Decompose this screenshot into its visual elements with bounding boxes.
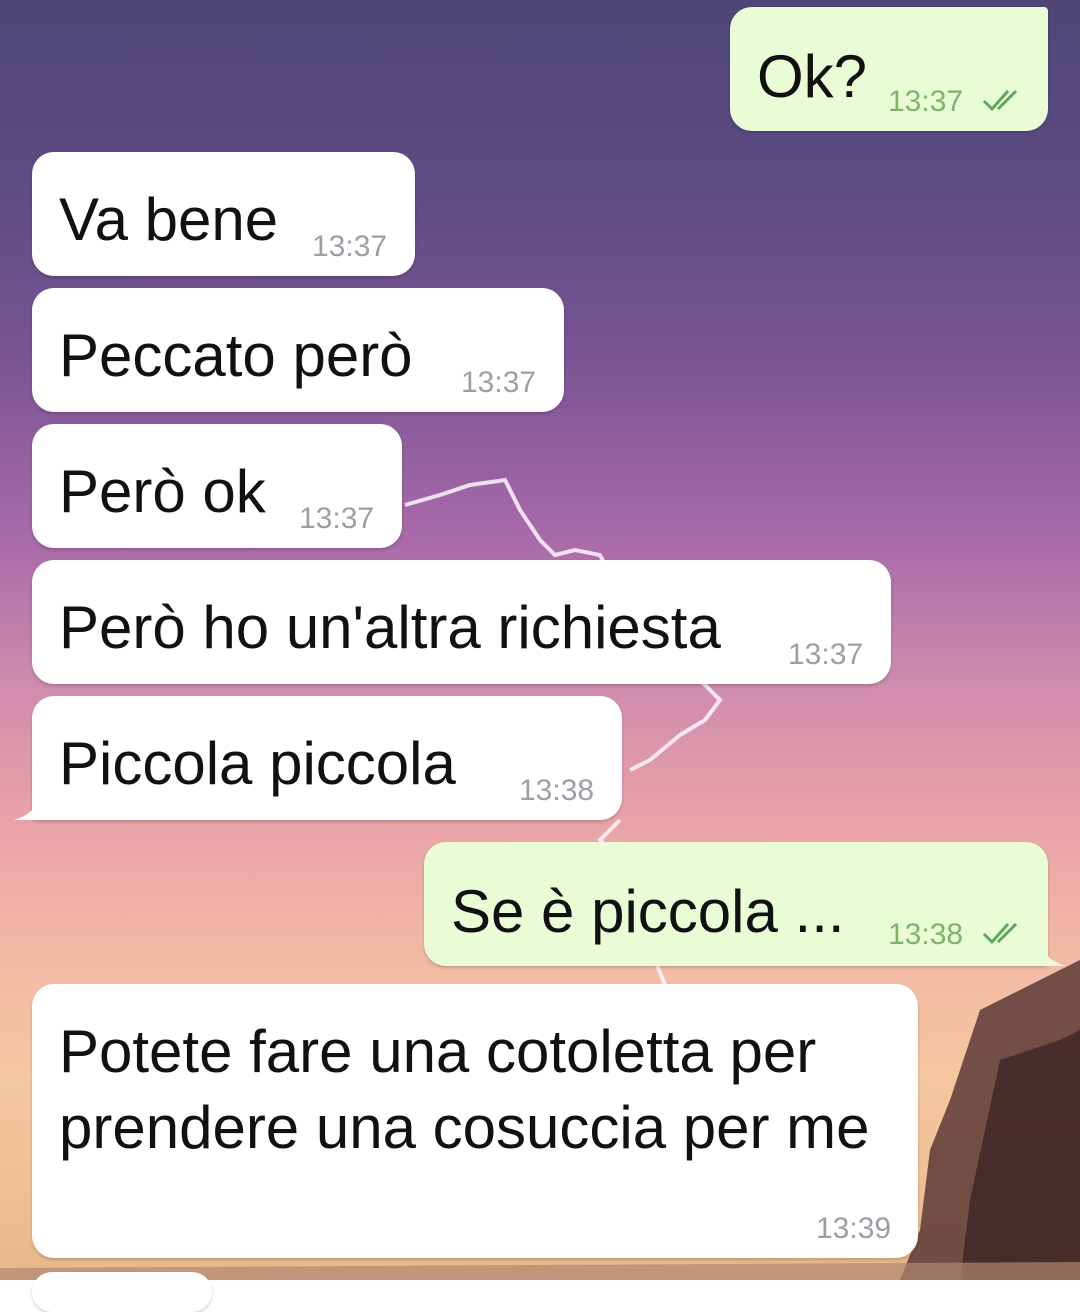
message-bubble-incoming[interactable]: Va bene 13:37 (32, 152, 415, 276)
message-text: Va bene (59, 186, 279, 253)
message-text: Potete fare una cotoletta per prendere u… (59, 1018, 870, 1161)
message-time: 13:38 (888, 918, 964, 951)
message-time: 13:37 (312, 230, 388, 263)
message-bubble-outgoing[interactable]: Se è piccola ... 13:38 (424, 842, 1048, 966)
message-text: Ok? (757, 43, 868, 110)
message-bubble-incoming-partial[interactable] (32, 1272, 212, 1312)
message-time: 13:38 (519, 774, 595, 807)
message-text: Se è piccola ... (451, 878, 845, 945)
message-bubble-incoming[interactable]: Peccato però 13:37 (32, 288, 564, 412)
message-text: Però ok (59, 458, 266, 525)
message-bubble-outgoing[interactable]: Ok? 13:37 (730, 7, 1048, 131)
double-check-icon (982, 89, 1018, 112)
message-time: 13:39 (816, 1212, 892, 1245)
message-text: Peccato però (59, 322, 413, 389)
bubble-tail (1042, 946, 1066, 966)
message-time: 13:37 (888, 85, 964, 118)
message-time: 13:37 (461, 366, 537, 399)
message-time: 13:37 (299, 502, 375, 535)
bubble-tail (14, 800, 38, 820)
message-bubble-incoming[interactable]: Piccola piccola 13:38 (32, 696, 622, 820)
message-text: Piccola piccola (59, 730, 456, 797)
message-bubble-incoming[interactable]: Però ok 13:37 (32, 424, 402, 548)
message-bubble-incoming[interactable]: Potete fare una cotoletta per prendere u… (32, 984, 918, 1258)
double-check-icon (982, 922, 1018, 945)
message-bubble-incoming[interactable]: Però ho un'altra richiesta 13:37 (32, 560, 891, 684)
message-text: Però ho un'altra richiesta (59, 594, 721, 661)
message-time: 13:37 (788, 638, 864, 671)
